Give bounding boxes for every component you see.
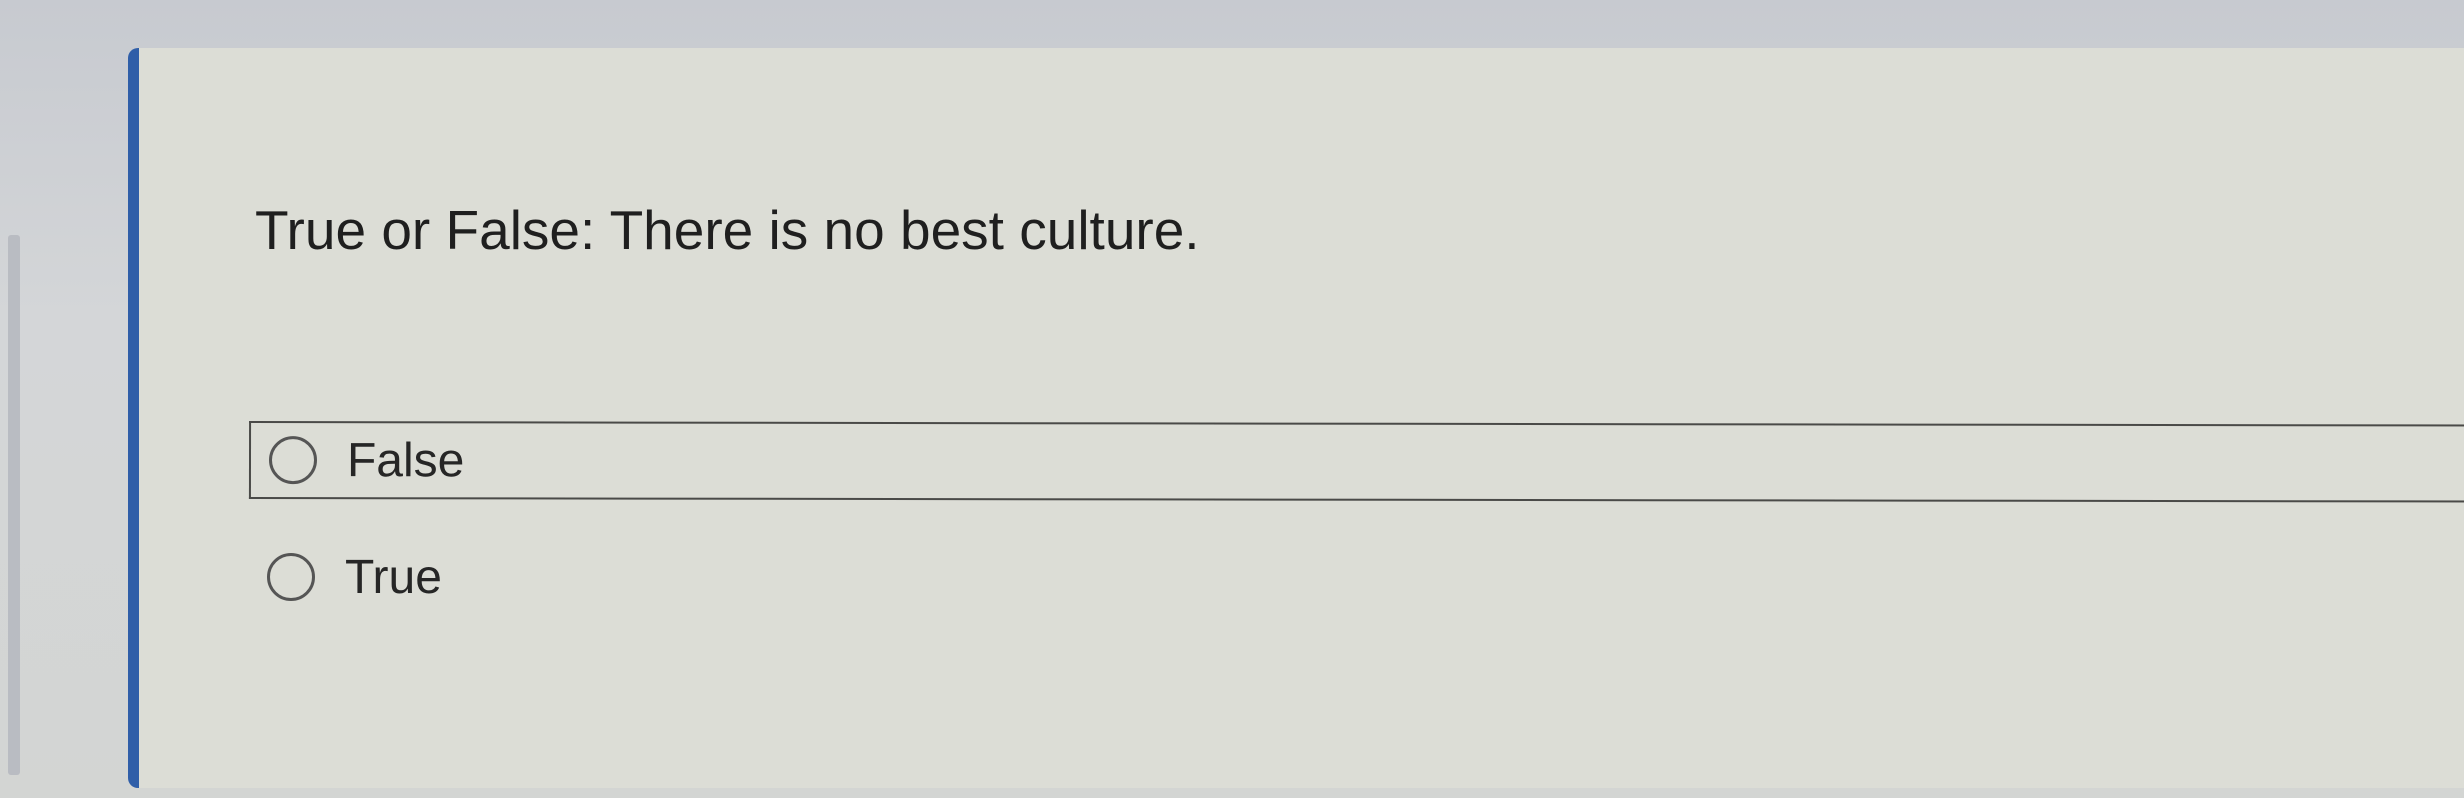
- answer-option-false[interactable]: False: [248, 421, 2464, 503]
- question-card: True or False: There is no best culture.…: [128, 48, 2464, 788]
- radio-button-true[interactable]: [267, 553, 315, 601]
- radio-button-false[interactable]: [268, 436, 318, 485]
- question-text: True or False: There is no best culture.: [255, 199, 1200, 261]
- answer-option-true[interactable]: True: [249, 538, 2464, 616]
- answer-option-label: True: [345, 550, 442, 604]
- answer-option-label: False: [346, 433, 465, 487]
- scrollbar[interactable]: [8, 235, 20, 775]
